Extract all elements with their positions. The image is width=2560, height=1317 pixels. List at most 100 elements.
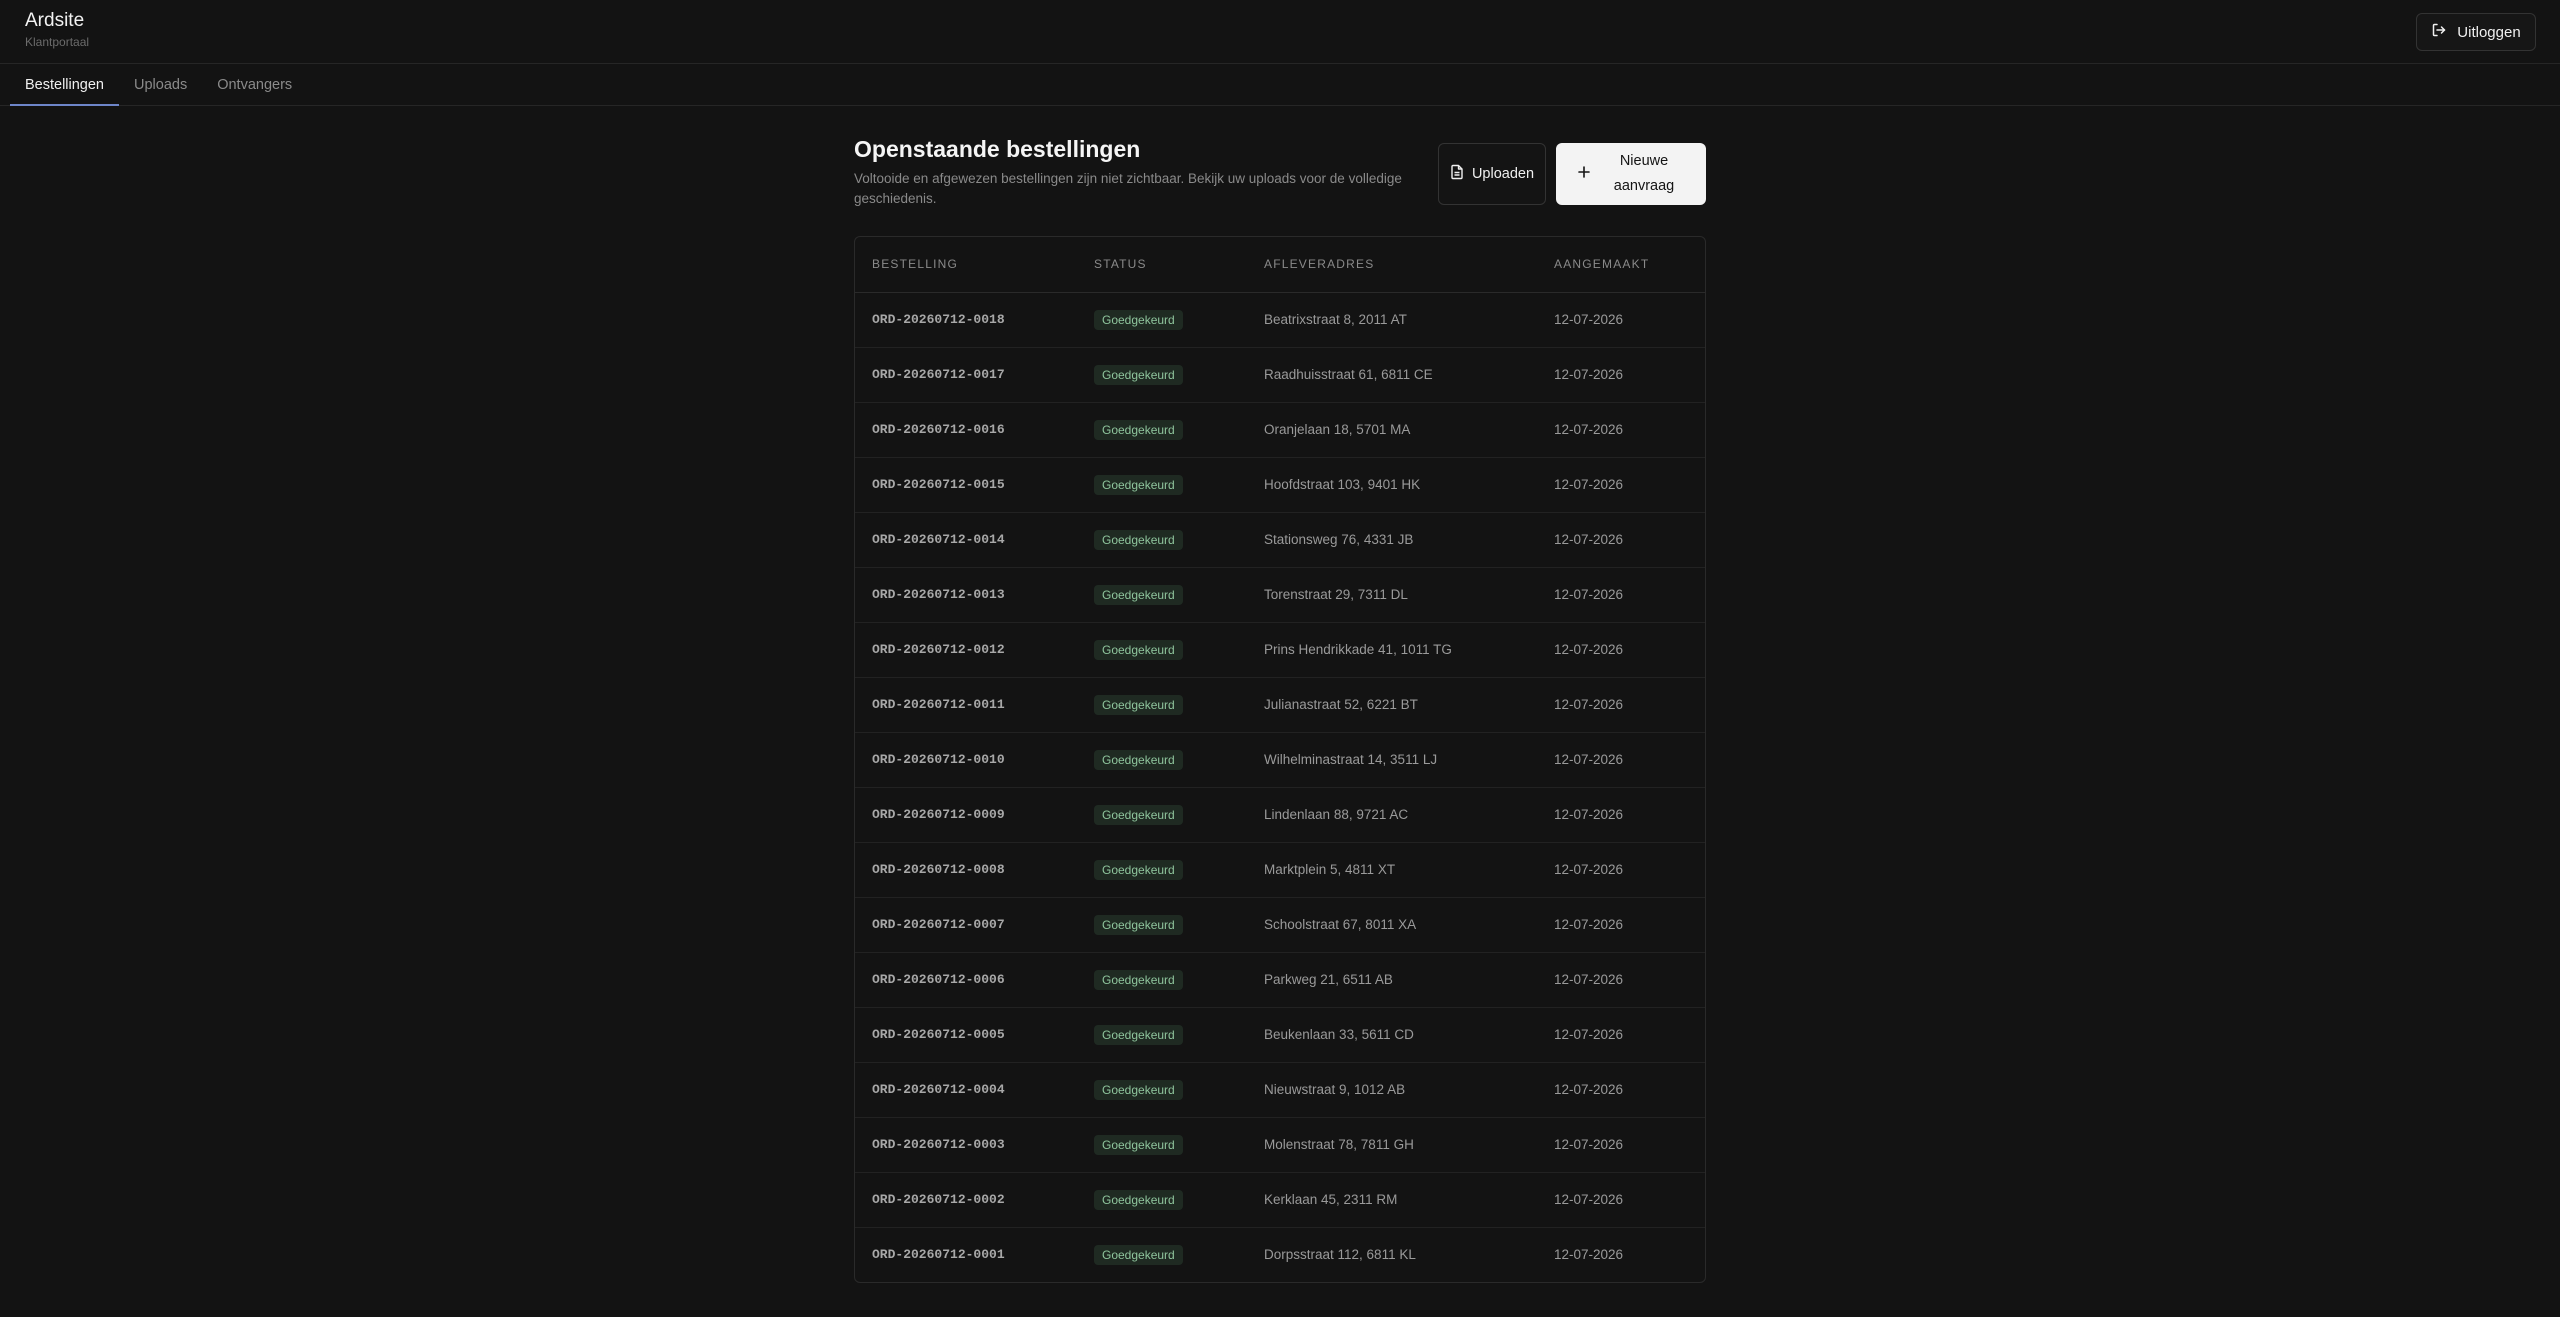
column-header-address: AFLEVERADRES bbox=[1247, 237, 1537, 293]
delivery-address: Torenstraat 29, 7311 DL bbox=[1247, 567, 1537, 623]
order-number: ORD-20260712-0009 bbox=[855, 787, 1077, 843]
order-number: ORD-20260712-0012 bbox=[855, 622, 1077, 678]
status-cell: Goedgekeurd bbox=[1077, 457, 1247, 513]
table-row[interactable]: ORD-20260712-0005 Goedgekeurd Beukenlaan 3… bbox=[855, 1007, 1705, 1063]
table-row[interactable]: ORD-20260712-0004 Goedgekeurd Nieuwstraat … bbox=[855, 1062, 1705, 1118]
delivery-address: Beukenlaan 33, 5611 CD bbox=[1247, 1007, 1537, 1063]
table-row[interactable]: ORD-20260712-0012 Goedgekeurd Prins Hendri… bbox=[855, 622, 1705, 678]
orders-table: BESTELLING STATUS AFLEVERADRES AANGEMAAK… bbox=[854, 236, 1706, 1283]
table-row[interactable]: ORD-20260712-0013 Goedgekeurd Torenstraat … bbox=[855, 567, 1705, 623]
order-number: ORD-20260712-0018 bbox=[855, 292, 1077, 348]
status-cell: Goedgekeurd bbox=[1077, 622, 1247, 678]
table-body: ORD-20260712-0018 Goedgekeurd Beatrixstraa… bbox=[855, 292, 1705, 1282]
new-request-button[interactable]: Nieuwe aanvraag bbox=[1556, 143, 1706, 205]
table-row[interactable]: ORD-20260712-0006 Goedgekeurd Parkweg 21, … bbox=[855, 952, 1705, 1008]
order-number: ORD-20260712-0004 bbox=[855, 1062, 1077, 1118]
delivery-address: Wilhelminastraat 14, 3511 LJ bbox=[1247, 732, 1537, 788]
created-date: 12-07-2026 bbox=[1537, 347, 1705, 403]
status-cell: Goedgekeurd bbox=[1077, 787, 1247, 843]
status-badge: Goedgekeurd bbox=[1094, 969, 1183, 990]
table-row[interactable]: ORD-20260712-0015 Goedgekeurd Hoofdstraat … bbox=[855, 457, 1705, 513]
delivery-address: Beatrixstraat 8, 2011 AT bbox=[1247, 292, 1537, 348]
order-number: ORD-20260712-0003 bbox=[855, 1117, 1077, 1173]
delivery-address: Nieuwstraat 9, 1012 AB bbox=[1247, 1062, 1537, 1118]
table-row[interactable]: ORD-20260712-0017 Goedgekeurd Raadhuisstra… bbox=[855, 347, 1705, 403]
status-cell: Goedgekeurd bbox=[1077, 677, 1247, 733]
created-date: 12-07-2026 bbox=[1537, 567, 1705, 623]
table-row[interactable]: ORD-20260712-0014 Goedgekeurd Stationsweg … bbox=[855, 512, 1705, 568]
table-row[interactable]: ORD-20260712-0007 Goedgekeurd Schoolstraat… bbox=[855, 897, 1705, 953]
status-badge: Goedgekeurd bbox=[1094, 1134, 1183, 1155]
order-number: ORD-20260712-0011 bbox=[855, 677, 1077, 733]
page-header: Openstaande bestellingen Voltooide en af… bbox=[854, 136, 1706, 228]
created-date: 12-07-2026 bbox=[1537, 402, 1705, 458]
status-cell: Goedgekeurd bbox=[1077, 402, 1247, 458]
status-badge: Goedgekeurd bbox=[1094, 859, 1183, 880]
delivery-address: Raadhuisstraat 61, 6811 CE bbox=[1247, 347, 1537, 403]
created-date: 12-07-2026 bbox=[1537, 1062, 1705, 1118]
logout-label: Uitloggen bbox=[2457, 23, 2521, 41]
status-cell: Goedgekeurd bbox=[1077, 732, 1247, 788]
upload-label: Uploaden bbox=[1471, 166, 1535, 182]
order-number: ORD-20260712-0013 bbox=[855, 567, 1077, 623]
delivery-address: Hoofdstraat 103, 9401 HK bbox=[1247, 457, 1537, 513]
status-badge: Goedgekeurd bbox=[1094, 804, 1183, 825]
column-header-created: AANGEMAAKT bbox=[1537, 237, 1705, 293]
order-number: ORD-20260712-0002 bbox=[855, 1172, 1077, 1228]
status-cell: Goedgekeurd bbox=[1077, 1117, 1247, 1173]
plus-icon bbox=[1578, 166, 1590, 182]
top-bar: Ardsite Klantportaal Uitloggen bbox=[0, 0, 2560, 64]
status-badge: Goedgekeurd bbox=[1094, 584, 1183, 605]
table-row[interactable]: ORD-20260712-0016 Goedgekeurd Oranjelaan 1… bbox=[855, 402, 1705, 458]
table-row[interactable]: ORD-20260712-0008 Goedgekeurd Marktplein 5… bbox=[855, 842, 1705, 898]
delivery-address: Schoolstraat 67, 8011 XA bbox=[1247, 897, 1537, 953]
status-cell: Goedgekeurd bbox=[1077, 1172, 1247, 1228]
table-row[interactable]: ORD-20260712-0018 Goedgekeurd Beatrixstraa… bbox=[855, 292, 1705, 348]
order-number: ORD-20260712-0005 bbox=[855, 1007, 1077, 1063]
created-date: 12-07-2026 bbox=[1537, 952, 1705, 1008]
main-content: Openstaande bestellingen Voltooide en af… bbox=[854, 106, 1706, 1283]
status-badge: Goedgekeurd bbox=[1094, 529, 1183, 550]
table-row[interactable]: ORD-20260712-0010 Goedgekeurd Wilhelminast… bbox=[855, 732, 1705, 788]
table-row[interactable]: ORD-20260712-0002 Goedgekeurd Kerklaan 45,… bbox=[855, 1172, 1705, 1228]
created-date: 12-07-2026 bbox=[1537, 677, 1705, 733]
status-badge: Goedgekeurd bbox=[1094, 694, 1183, 715]
table-row[interactable]: ORD-20260712-0001 Goedgekeurd Dorpsstraat … bbox=[855, 1227, 1705, 1282]
table-row[interactable]: ORD-20260712-0009 Goedgekeurd Lindenlaan 8… bbox=[855, 787, 1705, 843]
upload-button[interactable]: Uploaden bbox=[1438, 143, 1546, 205]
status-cell: Goedgekeurd bbox=[1077, 897, 1247, 953]
tab-bestellingen[interactable]: Bestellingen bbox=[10, 64, 119, 106]
status-badge: Goedgekeurd bbox=[1094, 419, 1183, 440]
delivery-address: Parkweg 21, 6511 AB bbox=[1247, 952, 1537, 1008]
table-header-row: BESTELLING STATUS AFLEVERADRES AANGEMAAK… bbox=[855, 237, 1705, 293]
created-date: 12-07-2026 bbox=[1537, 292, 1705, 348]
delivery-address: Prins Hendrikkade 41, 1011 TG bbox=[1247, 622, 1537, 678]
logout-icon bbox=[2431, 22, 2447, 42]
status-cell: Goedgekeurd bbox=[1077, 1227, 1247, 1282]
status-badge: Goedgekeurd bbox=[1094, 639, 1183, 660]
column-header-status: STATUS bbox=[1077, 237, 1247, 293]
delivery-address: Julianastraat 52, 6221 BT bbox=[1247, 677, 1537, 733]
table-row[interactable]: ORD-20260712-0003 Goedgekeurd Molenstraat … bbox=[855, 1117, 1705, 1173]
created-date: 12-07-2026 bbox=[1537, 1007, 1705, 1063]
status-badge: Goedgekeurd bbox=[1094, 1024, 1183, 1045]
order-number: ORD-20260712-0007 bbox=[855, 897, 1077, 953]
tab-uploads[interactable]: Uploads bbox=[119, 64, 202, 105]
created-date: 12-07-2026 bbox=[1537, 842, 1705, 898]
status-badge: Goedgekeurd bbox=[1094, 914, 1183, 935]
file-icon bbox=[1450, 164, 1464, 184]
status-badge: Goedgekeurd bbox=[1094, 1244, 1183, 1265]
status-badge: Goedgekeurd bbox=[1094, 749, 1183, 770]
delivery-address: Stationsweg 76, 4331 JB bbox=[1247, 512, 1537, 568]
table-row[interactable]: ORD-20260712-0011 Goedgekeurd Julianastraa… bbox=[855, 677, 1705, 733]
order-number: ORD-20260712-0015 bbox=[855, 457, 1077, 513]
page-subtitle: Voltooide en afgewezen bestellingen zijn… bbox=[854, 171, 1402, 206]
logout-button[interactable]: Uitloggen bbox=[2416, 13, 2536, 51]
delivery-address: Kerklaan 45, 2311 RM bbox=[1247, 1172, 1537, 1228]
status-cell: Goedgekeurd bbox=[1077, 952, 1247, 1008]
status-badge: Goedgekeurd bbox=[1094, 1189, 1183, 1210]
order-number: ORD-20260712-0017 bbox=[855, 347, 1077, 403]
tab-ontvangers[interactable]: Ontvangers bbox=[202, 64, 307, 105]
created-date: 12-07-2026 bbox=[1537, 1172, 1705, 1228]
created-date: 12-07-2026 bbox=[1537, 1117, 1705, 1173]
